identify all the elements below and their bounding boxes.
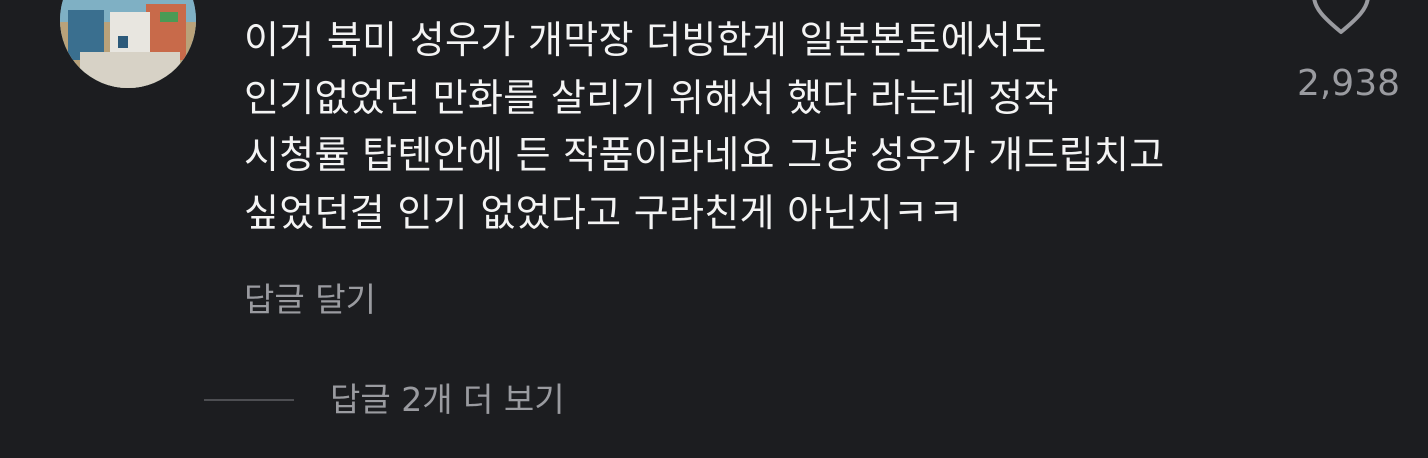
view-more-replies-label: 답글 2개 더 보기 xyxy=(330,380,565,419)
like-count: 2,938 xyxy=(1296,63,1400,104)
like-control: 2,938 xyxy=(1270,0,1400,120)
comment-line: 인기없었던 만화를 살리기 위해서 했다 라는데 정작 xyxy=(244,75,1059,120)
reply-button[interactable]: 답글 달기 xyxy=(244,278,376,322)
comment-body: 이거 북미 성우가 개막장 더빙한게 일본본토에서도 인기없었던 만화를 살리기… xyxy=(244,12,1254,242)
comment-line: 싶었던걸 인기 없었다고 구라친게 아닌지ㅋㅋ xyxy=(244,190,964,235)
divider-line xyxy=(204,399,294,401)
avatar-image xyxy=(60,0,196,88)
view-more-replies-button[interactable]: 답글 2개 더 보기 xyxy=(204,372,565,428)
avatar[interactable] xyxy=(60,0,196,88)
comment-line: 시청률 탑텐안에 든 작품이라네요 그냥 성우가 개드립치고 xyxy=(244,133,1165,177)
heart-outline-icon[interactable] xyxy=(1310,0,1372,36)
comment-line: 이거 북미 성우가 개막장 더빙한게 일본본토에서도 xyxy=(244,18,1047,62)
